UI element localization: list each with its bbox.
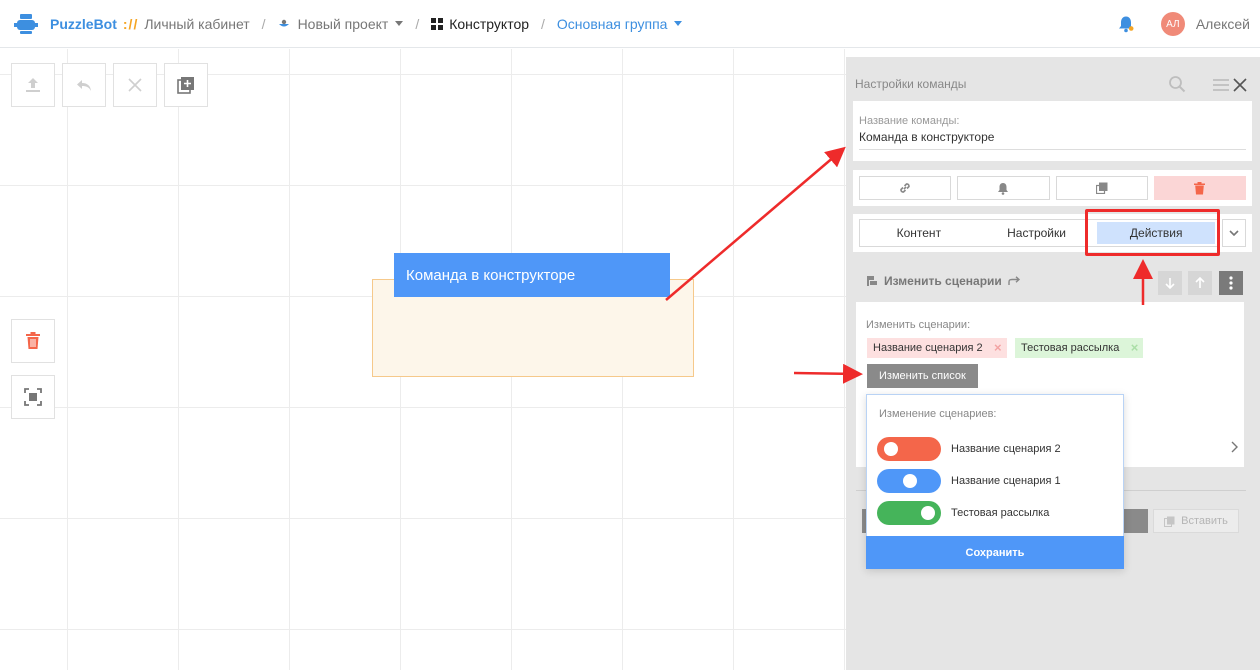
- toggle-knob: [921, 506, 935, 520]
- move-down-button[interactable]: [1158, 271, 1182, 295]
- breadcrumb-divider: /: [261, 15, 266, 32]
- brand-name[interactable]: PuzzleBot: [50, 16, 117, 32]
- breadcrumb-project-label: Новый проект: [297, 15, 389, 32]
- arrow-up-icon: [1195, 277, 1205, 288]
- delete-command-button[interactable]: [1153, 176, 1246, 200]
- close-icon[interactable]: [1232, 77, 1248, 93]
- tabs-expand-button[interactable]: [1222, 219, 1246, 247]
- breadcrumb-group-label: Основная группа: [556, 15, 668, 32]
- chevron-down-icon: [674, 21, 683, 26]
- panel-title: Настройки команды: [855, 77, 967, 91]
- scenario-tag-label: Тестовая рассылка: [1021, 342, 1120, 354]
- upload-button[interactable]: [11, 63, 55, 107]
- constructor-canvas[interactable]: [0, 49, 846, 670]
- user-name[interactable]: Алексей: [1196, 16, 1250, 32]
- more-options-button[interactable]: [1219, 271, 1243, 295]
- remove-tag-icon[interactable]: ×: [1131, 341, 1139, 355]
- add-copy-icon: [177, 77, 194, 94]
- fit-view-button[interactable]: [11, 375, 55, 419]
- link-icon: [900, 183, 910, 193]
- notification-button[interactable]: [957, 176, 1050, 200]
- scenario-icon: [867, 276, 877, 286]
- scenario-toggle[interactable]: [877, 469, 941, 493]
- avatar[interactable]: АЛ: [1160, 12, 1185, 36]
- puzzlebot-logo-icon[interactable]: [14, 12, 38, 36]
- scenario-toggle[interactable]: [877, 437, 941, 461]
- command-node[interactable]: Команда в конструкторе: [394, 253, 670, 297]
- scenario-toggle-label: Название сценария 2: [951, 443, 1061, 455]
- actions-tab-highlight: [1085, 209, 1220, 256]
- action-header-label: Изменить сценарии: [884, 274, 1002, 288]
- toggle-knob: [903, 474, 917, 488]
- chevron-down-icon: [1229, 230, 1239, 236]
- trash-icon: [26, 332, 40, 349]
- paste-icon: [1164, 516, 1175, 527]
- paste-button-label: Вставить: [1181, 515, 1228, 527]
- link-button[interactable]: [859, 176, 952, 200]
- more-vertical-icon: [1229, 276, 1233, 290]
- delete-selection-button[interactable]: [113, 63, 157, 107]
- action-field-label: Изменить сценарии:: [866, 319, 971, 331]
- search-icon[interactable]: [1168, 75, 1186, 93]
- breadcrumb-constructor-label: Конструктор: [449, 15, 530, 32]
- upload-icon: [26, 78, 40, 92]
- command-name-label: Название команды:: [859, 115, 960, 127]
- command-actions-card: [853, 170, 1252, 206]
- menu-icon[interactable]: [1212, 77, 1230, 93]
- action-header: Изменить сценарии: [866, 274, 1022, 288]
- toggle-knob: [884, 442, 898, 456]
- close-icon: [128, 78, 142, 92]
- scenario-toggle[interactable]: [877, 501, 941, 525]
- undo-icon: [77, 80, 91, 91]
- trash-button[interactable]: [11, 319, 55, 363]
- top-bar: PuzzleBot :// Личный кабинет / Новый про…: [0, 0, 1260, 48]
- command-name-field[interactable]: Команда в конструкторе: [859, 130, 1246, 150]
- chevron-down-icon: [395, 21, 404, 26]
- forward-icon: [1008, 276, 1020, 285]
- chevron-right-icon[interactable]: [1230, 441, 1238, 453]
- copy-icon: [1095, 182, 1108, 194]
- bottom-action-button[interactable]: [1120, 509, 1148, 533]
- scenario-toggle-row: Тестовая рассылка: [877, 501, 1049, 525]
- scenario-toggle-label: Название сценария 1: [951, 475, 1061, 487]
- tab-settings[interactable]: Настройки: [978, 220, 1096, 246]
- paste-button[interactable]: Вставить: [1153, 509, 1239, 533]
- add-block-button[interactable]: [164, 63, 208, 107]
- project-icon: [278, 19, 289, 27]
- breadcrumb-group[interactable]: Основная группа: [557, 16, 683, 32]
- move-up-button[interactable]: [1188, 271, 1212, 295]
- arrow-down-icon: [1165, 278, 1175, 289]
- scenario-tag[interactable]: Тестовая рассылка ×: [1015, 338, 1144, 358]
- change-list-button[interactable]: Изменить список: [867, 364, 978, 388]
- bell-icon[interactable]: [1117, 15, 1135, 33]
- scenario-toggle-label: Тестовая рассылка: [951, 507, 1050, 519]
- save-button[interactable]: Сохранить: [866, 536, 1124, 569]
- trash-icon: [1194, 181, 1206, 194]
- user-area: АЛ Алексей: [1117, 0, 1250, 48]
- breadcrumb-cabinet[interactable]: Личный кабинет: [144, 16, 249, 32]
- fit-view-icon: [24, 388, 42, 406]
- scenario-tag-label: Название сценария 2: [873, 342, 983, 354]
- copy-button[interactable]: [1055, 176, 1148, 200]
- scenario-toggle-popup: Изменение сценариев: Название сценария 2…: [866, 394, 1124, 569]
- undo-button[interactable]: [62, 63, 106, 107]
- tab-content[interactable]: Контент: [860, 220, 978, 246]
- popup-title: Изменение сценариев:: [879, 408, 997, 420]
- breadcrumb-constructor[interactable]: Конструктор: [431, 16, 529, 32]
- brand-separator: ://: [122, 15, 139, 32]
- remove-tag-icon[interactable]: ×: [994, 341, 1002, 355]
- breadcrumb-divider: /: [541, 15, 545, 32]
- grid-icon: [431, 17, 444, 30]
- command-name-card: Название команды: Команда в конструкторе: [853, 101, 1252, 161]
- bell-icon: [998, 182, 1009, 195]
- scenario-toggle-row: Название сценария 1: [877, 469, 1061, 493]
- breadcrumb-divider: /: [415, 15, 420, 32]
- scenario-toggle-row: Название сценария 2: [877, 437, 1061, 461]
- breadcrumb-project[interactable]: Новый проект: [278, 16, 404, 32]
- scenario-tag[interactable]: Название сценария 2 ×: [867, 338, 1007, 358]
